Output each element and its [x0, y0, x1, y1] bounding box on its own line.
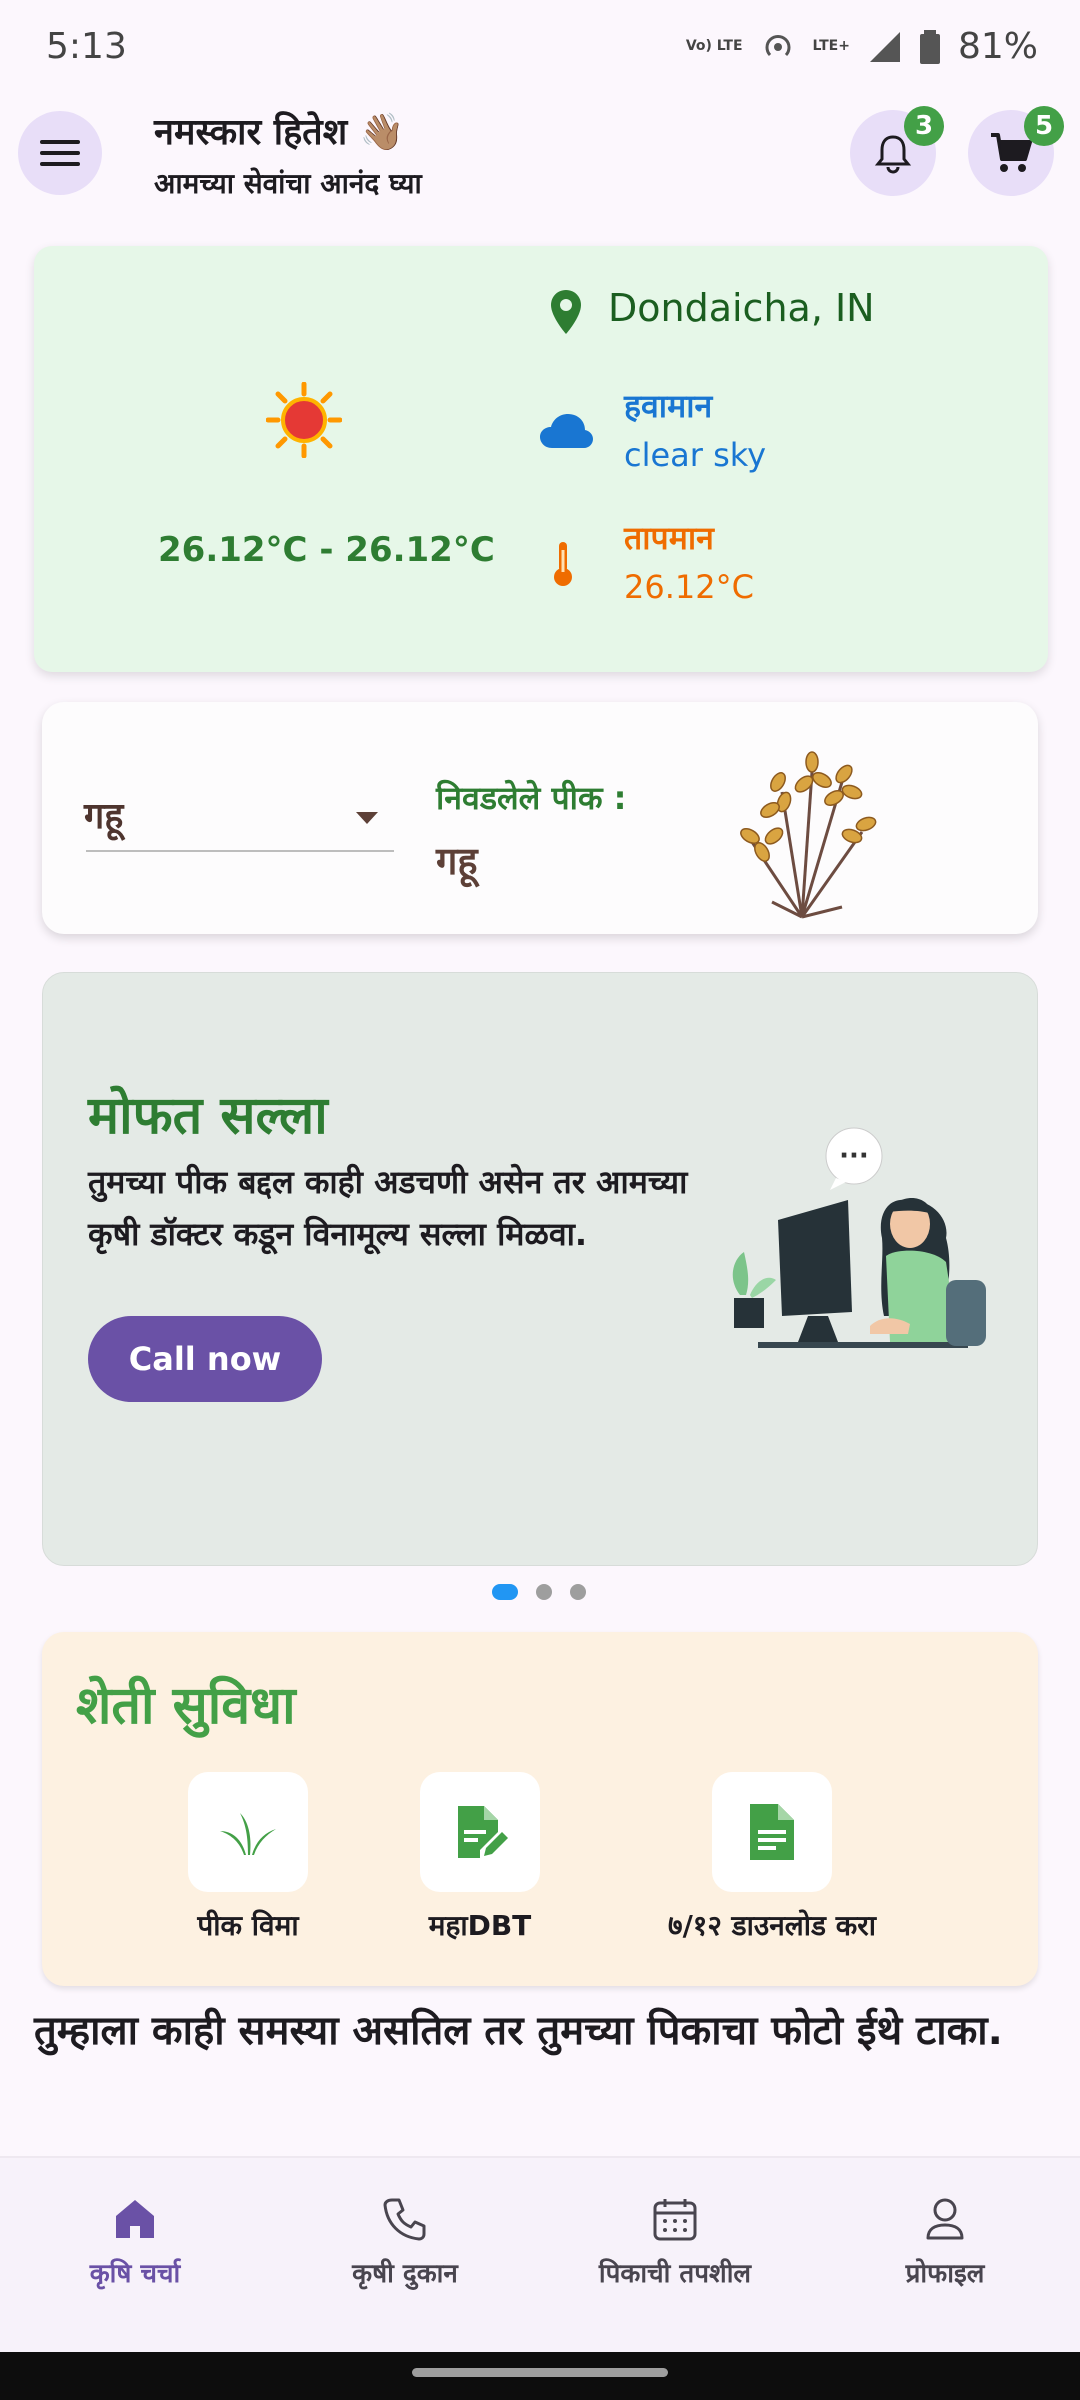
greeting-title: नमस्कार हितेश 👋🏽	[154, 112, 405, 153]
dropdown-caret-icon[interactable]	[356, 812, 378, 824]
carousel-dot-2[interactable]	[536, 1584, 552, 1600]
hamburger-icon	[40, 140, 80, 166]
weather-label: हवामान	[624, 387, 713, 425]
menu-button[interactable]	[18, 111, 102, 195]
thermometer-icon	[554, 542, 572, 586]
nav-item-krushi-dukan[interactable]: कृषी दुकान	[270, 2196, 540, 2290]
doctor-illustration: ···	[732, 1127, 986, 1348]
satbara-download-button[interactable]	[712, 1772, 832, 1892]
document-icon	[750, 1804, 794, 1860]
carousel-dot-3[interactable]	[570, 1584, 586, 1600]
sprout-icon	[220, 1813, 276, 1855]
weather-card	[34, 246, 1048, 672]
nav-item-profile[interactable]: प्रोफाइल	[810, 2196, 1080, 2290]
document-edit-icon	[458, 1806, 508, 1858]
temperature-label: तापमान	[624, 519, 714, 557]
weather-value: clear sky	[624, 436, 767, 474]
hotspot-icon	[765, 34, 791, 56]
cart-badge: 5	[1024, 106, 1064, 146]
photo-upload-prompt: तुम्हाला काही समस्या असतिल तर तुमच्या पि…	[34, 2008, 1003, 2054]
call-now-button[interactable]: Call now	[88, 1316, 322, 1402]
home-icon	[116, 2200, 154, 2238]
selected-crop-value: गहू	[436, 839, 478, 883]
nav-label: प्रोफाइल	[905, 2259, 985, 2289]
location-pin-icon	[551, 290, 581, 334]
greeting-subtitle: आमच्या सेवांचा आनंद घ्या	[154, 167, 422, 200]
volte-icon: Vo) LTE	[685, 38, 743, 54]
temperature-value: 26.12°C	[624, 568, 754, 606]
battery-percent: 81%	[957, 26, 1038, 67]
temperature-range: 26.12°C - 26.12°C	[158, 530, 495, 570]
wheat-image	[740, 751, 877, 919]
signal-icon	[869, 31, 900, 62]
nav-item-pikachi-tapshil[interactable]: पिकाची तपशील	[540, 2196, 810, 2290]
crop-dropdown[interactable]	[86, 790, 394, 852]
sun-icon	[266, 382, 342, 458]
selected-crop-label: निवडलेले पीक :	[436, 779, 627, 817]
battery-icon	[919, 29, 940, 64]
chat-bubble-dots: ···	[839, 1141, 869, 1171]
mahadbt-button[interactable]	[420, 1772, 540, 1892]
nav-label: पिकाची तपशील	[598, 2259, 752, 2289]
banner-description: तुमच्या पीक बद्दल काही अडचणी असेन तर आमच…	[88, 1163, 688, 1253]
crop-insurance-label: पीक विमा	[197, 1909, 299, 1942]
banner-title: मोफत सल्ला	[88, 1086, 328, 1146]
phone-icon	[383, 2198, 426, 2241]
nav-label: कृषी दुकान	[352, 2259, 458, 2289]
nav-item-krushi-charcha[interactable]: कृषि चर्चा	[0, 2196, 270, 2290]
carousel-dot-1[interactable]	[492, 1584, 518, 1600]
profile-icon	[926, 2198, 964, 2240]
nav-label: कृषि चर्चा	[89, 2259, 181, 2289]
gesture-handle[interactable]	[412, 2368, 668, 2377]
facilities-title: शेती सुविधा	[76, 1676, 296, 1736]
mahadbt-label: महाDBT	[428, 1909, 532, 1942]
satbara-download-label: ७/१२ डाउनलोड करा	[668, 1909, 876, 1942]
crop-dropdown-value: गहू	[84, 796, 124, 837]
cloud-icon	[540, 414, 593, 448]
status-time: 5:13	[46, 26, 127, 67]
lte-label: LTE+	[812, 38, 850, 54]
notification-badge: 3	[904, 106, 944, 146]
crop-insurance-button[interactable]	[188, 1772, 308, 1892]
status-icons: Vo) LTE LTE+ 81%	[686, 26, 1038, 67]
calendar-icon	[653, 2199, 697, 2241]
location-text: Dondaicha, IN	[608, 286, 875, 330]
